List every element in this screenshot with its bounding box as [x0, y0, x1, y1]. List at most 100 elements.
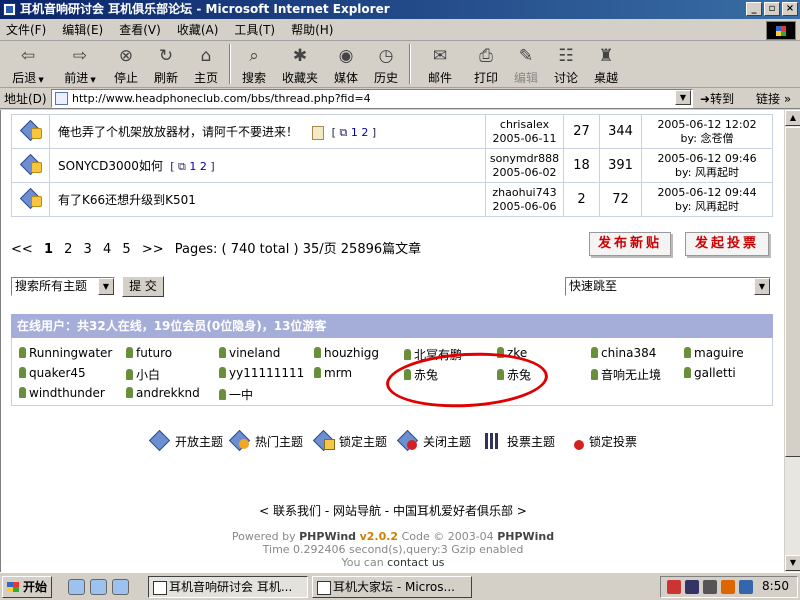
online-member[interactable]: maguire — [684, 346, 744, 360]
online-member[interactable]: 北冥有鹏 — [404, 346, 462, 363]
pager-page-link[interactable]: 3 — [84, 242, 92, 257]
media-button[interactable]: ◉ 媒体 — [326, 42, 366, 86]
explorer-quicklaunch-icon[interactable] — [90, 579, 107, 595]
desktop-button[interactable]: ♜ 桌越 — [586, 42, 626, 86]
contact-us-link[interactable]: contact us — [387, 556, 444, 569]
online-member[interactable]: 一中 — [219, 386, 253, 403]
pager-current-page: 1 — [43, 242, 53, 257]
member-icon — [19, 347, 26, 358]
tray-tool-icon[interactable] — [721, 580, 735, 594]
menu-file[interactable]: 文件(F) — [6, 21, 46, 38]
refresh-button[interactable]: ↻ 刷新 — [146, 42, 186, 86]
scroll-down-button[interactable]: ▼ — [785, 555, 800, 571]
pager-page-link[interactable]: 2 — [64, 242, 72, 257]
minimize-button[interactable]: _ — [746, 2, 762, 16]
favorites-button[interactable]: ✱ 收藏夹 — [274, 42, 326, 86]
pager-page-link[interactable]: 5 — [122, 242, 130, 257]
thread-author-link[interactable]: sonymdr888 — [486, 152, 563, 166]
last-post-time[interactable]: 2005-06-12 09:46 — [642, 152, 772, 166]
last-post-time[interactable]: 2005-06-12 09:44 — [642, 186, 772, 200]
online-member[interactable]: zke — [497, 346, 527, 360]
start-button[interactable]: 开始 — [2, 576, 52, 598]
volume-icon[interactable] — [703, 580, 717, 594]
menu-tools[interactable]: 工具(T) — [234, 21, 275, 38]
back-button[interactable]: ⇦ 后退 ▼ — [2, 42, 54, 86]
history-button[interactable]: ◷ 历史 — [366, 42, 406, 86]
window-titlebar[interactable]: 耳机音响研讨会 耳机俱乐部论坛 - Microsoft Internet Exp… — [0, 0, 800, 19]
new-poll-button[interactable]: 发起投票 — [685, 232, 769, 256]
tray-app-icon[interactable] — [667, 580, 681, 594]
scroll-thumb[interactable] — [785, 127, 800, 457]
taskbar-task-other[interactable]: 耳机大家坛 - Micros... — [312, 576, 472, 598]
menu-bar: 文件(F) 编辑(E) 查看(V) 收藏(A) 工具(T) 帮助(H) — [0, 19, 800, 41]
member-icon — [126, 387, 133, 398]
online-member[interactable]: Runningwater — [19, 346, 112, 360]
toolbar-separator — [229, 44, 231, 84]
address-dropdown-button[interactable]: ▼ — [675, 90, 691, 105]
desktop-quicklaunch-icon[interactable] — [112, 579, 129, 595]
thread-title-link[interactable]: 有了K66还想升级到K501 — [58, 193, 196, 207]
phpwind-link[interactable]: PHPWind — [299, 530, 356, 543]
forward-button[interactable]: ⇨ 前进 ▼ — [54, 42, 106, 86]
thread-title-link[interactable]: 俺也弄了个机架放放器材，请阿千不要进来！ — [58, 125, 298, 139]
search-button[interactable]: ⌕ 搜索 — [234, 42, 274, 86]
online-member[interactable]: futuro — [126, 346, 172, 360]
thread-author-link[interactable]: chrisalex — [486, 118, 563, 132]
close-button[interactable]: × — [782, 2, 798, 16]
tray-network-icon[interactable] — [685, 580, 699, 594]
address-label: 地址(D) — [4, 91, 47, 106]
search-submit-button[interactable]: 提 交 — [122, 276, 164, 297]
home-button[interactable]: ⌂ 主页 — [186, 42, 226, 86]
maximize-button[interactable]: ▫ — [764, 2, 780, 16]
online-member[interactable]: windthunder — [19, 386, 105, 400]
search-scope-select[interactable]: 搜索所有主题 ▼ — [11, 277, 115, 296]
menu-view[interactable]: 查看(V) — [119, 21, 161, 38]
tray-monitor-icon[interactable] — [739, 580, 753, 594]
online-member[interactable]: vineland — [219, 346, 280, 360]
thread-pages-link[interactable]: 1 2 — [351, 126, 369, 139]
menu-favorites[interactable]: 收藏(A) — [177, 21, 219, 38]
print-button[interactable]: ⎙ 打印 — [466, 42, 506, 86]
ie-quicklaunch-icon[interactable] — [68, 579, 85, 595]
pager-page-link[interactable]: 4 — [103, 242, 111, 257]
online-member[interactable]: 赤兔 — [404, 366, 438, 383]
edit-button[interactable]: ✎ 编辑 — [506, 42, 546, 86]
online-member[interactable]: 音响无止境 — [591, 366, 661, 383]
window-controls: _ ▫ × — [746, 2, 798, 16]
address-input[interactable]: http://www.headphoneclub.com/bbs/thread.… — [51, 89, 693, 108]
discuss-button[interactable]: ☷ 讨论 — [546, 42, 586, 86]
taskbar-task-forum[interactable]: 耳机音响研讨会 耳机... — [148, 576, 308, 598]
last-post-author: by: 风再起时 — [675, 199, 739, 213]
mail-button[interactable]: ✉ 邮件 — [414, 42, 466, 86]
member-icon — [591, 347, 598, 358]
online-member[interactable]: 赤兔 — [497, 366, 531, 383]
render-time: Time 0.292406 second(s),query:3 Gzip ena… — [262, 543, 524, 556]
pager-next-link[interactable]: >> — [142, 242, 164, 257]
online-member[interactable]: 小白 — [126, 366, 160, 383]
open-topic-icon — [149, 430, 173, 452]
thread-pages-link[interactable]: 1 2 — [189, 160, 207, 173]
last-post-time[interactable]: 2005-06-12 12:02 — [642, 118, 772, 132]
online-member[interactable]: houzhigg — [314, 346, 379, 360]
online-member[interactable]: yy11111111 — [219, 366, 304, 380]
pager-first-link[interactable]: << — [11, 242, 33, 257]
menu-edit[interactable]: 编辑(E) — [62, 21, 103, 38]
online-member[interactable]: galletti — [684, 366, 736, 380]
go-button[interactable]: ➜转到 — [700, 90, 734, 107]
online-member[interactable]: quaker45 — [19, 366, 86, 380]
thread-date: 2005-06-02 — [492, 165, 557, 179]
scroll-up-button[interactable]: ▲ — [785, 110, 800, 126]
vertical-scrollbar[interactable]: ▲ ▼ — [784, 110, 800, 572]
online-member[interactable]: andrekknd — [126, 386, 200, 400]
online-member[interactable]: mrm — [314, 366, 352, 380]
thread-title-link[interactable]: SONYCD3000如何 — [58, 159, 163, 173]
thread-author-link[interactable]: zhaohui743 — [486, 186, 563, 200]
menu-help[interactable]: 帮助(H) — [291, 21, 333, 38]
stop-button[interactable]: ⊗ 停止 — [106, 42, 146, 86]
links-button[interactable]: 链接 » — [756, 90, 791, 107]
footer-links[interactable]: < 联系我们 - 网站导航 - 中国耳机爱好者俱乐部 > — [1, 502, 784, 519]
new-topic-button[interactable]: 发布新贴 — [589, 232, 671, 256]
online-member[interactable]: china384 — [591, 346, 656, 360]
quick-jump-select[interactable]: 快速跳至 ▼ — [565, 277, 771, 296]
member-icon — [126, 347, 133, 358]
